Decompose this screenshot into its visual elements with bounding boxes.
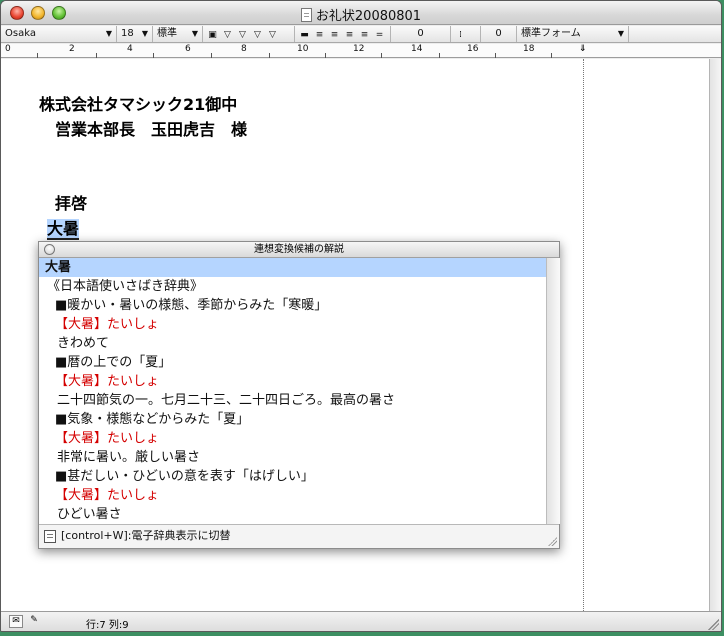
- list-item: 《日本語使いさばき辞典》: [47, 279, 204, 294]
- indent-value: 0: [495, 28, 502, 39]
- list-item: 【大暑】たいしょ: [55, 431, 160, 446]
- popup-title-bar[interactable]: 連想変換候補の解説: [39, 242, 559, 258]
- spacing-field[interactable]: 0: [391, 26, 451, 42]
- title-bar[interactable]: お礼状20080801: [1, 1, 721, 25]
- doc-line-recipient: 営業本部長 玉田虎吉 様: [39, 120, 248, 139]
- ruler[interactable]: 0 2 4 6 8 10 12 14 16 18 ⇓: [1, 44, 721, 58]
- format-toolbar: Osaka ▼ 18 ▼ 標準 ▼ ▣ ▽ ▽ ▽ ▽ ▬ ≡ ≡ ≡ ≡ = 0 ⁞ 0 標準フ…: [1, 26, 721, 43]
- ruler-label: 18: [523, 44, 535, 54]
- line-spacing-2-icon[interactable]: =: [372, 27, 387, 41]
- dictionary-icon[interactable]: [44, 530, 56, 543]
- ruler-tick: [495, 53, 496, 58]
- ruler-label: 16: [467, 44, 479, 54]
- ruler-label: 0: [5, 44, 11, 54]
- window-title-area: お礼状20080801: [1, 5, 721, 24]
- list-item[interactable]: 大暑: [39, 258, 546, 277]
- ruler-label: 14: [411, 44, 423, 54]
- ruler-label: 12: [353, 44, 365, 54]
- ruler-tick: [551, 53, 552, 58]
- right-margin-guide: [583, 59, 584, 611]
- doc-line-selected[interactable]: 大暑: [47, 215, 80, 240]
- alignment-buttons: ▬ ≡ ≡ ≡ ≡ =: [295, 26, 391, 42]
- window-title: お礼状20080801: [315, 9, 422, 24]
- ruler-tick: [381, 53, 382, 58]
- ruler-tick: [211, 53, 212, 58]
- pen-icon[interactable]: ✎: [27, 615, 41, 628]
- ruler-tick: [269, 53, 270, 58]
- popup-footer-hint: [control+W]:電子辞典表示に切替: [61, 529, 231, 542]
- status-bar: ✉ ✎ 行:7 列:9: [1, 611, 721, 631]
- text-effect-buttons: ▣ ▽ ▽ ▽ ▽: [203, 26, 295, 42]
- column-buttons: ⁞: [451, 26, 481, 42]
- triangle-dropdown-icon[interactable]: ▽: [265, 27, 280, 41]
- ruler-label: 6: [185, 44, 191, 54]
- document-icon: [300, 8, 312, 22]
- line-spacing-icon[interactable]: ≡: [357, 27, 372, 41]
- ruler-tick: [439, 53, 440, 58]
- right-margin-marker-icon[interactable]: ⇓: [579, 44, 587, 54]
- popup-title: 連想変換候補の解説: [254, 244, 344, 255]
- size-select-value: 18: [121, 28, 134, 39]
- conversion-candidate-popup: 連想変換候補の解説 大暑 《日本語使いさばき辞典》 ■暖かい・暑いの様態、季節か…: [38, 241, 560, 549]
- resize-grip-icon[interactable]: [547, 536, 557, 546]
- list-item: きわめて: [57, 336, 110, 351]
- ruler-tick: [153, 53, 154, 58]
- triangle-dropdown-icon[interactable]: ▽: [235, 27, 250, 41]
- box-dropdown-icon[interactable]: ▣: [205, 27, 220, 41]
- font-select[interactable]: Osaka ▼: [1, 26, 117, 42]
- chevron-down-icon: ▼: [141, 29, 148, 38]
- indent-field[interactable]: 0: [481, 26, 517, 42]
- ruler-label: 4: [127, 44, 133, 54]
- list-item: ■気象・様態などからみた「夏」: [55, 412, 250, 427]
- size-select[interactable]: 18 ▼: [117, 26, 153, 42]
- ruler-tick: [325, 53, 326, 58]
- chevron-down-icon: ▼: [191, 29, 198, 38]
- triangle-dropdown-icon[interactable]: ▽: [220, 27, 235, 41]
- align-center-icon[interactable]: ≡: [312, 27, 327, 41]
- ruler-tick: [96, 53, 97, 58]
- chevron-down-icon: ▼: [105, 29, 112, 38]
- popup-footer: [control+W]:電子辞典表示に切替: [39, 524, 559, 548]
- list-item: 【大暑】たいしょ: [55, 488, 160, 503]
- list-item: ■甚だしい・ひどいの意を表す「はげしい」: [55, 469, 314, 484]
- ruler-label: 2: [69, 44, 75, 54]
- ruler-tick: [37, 53, 38, 58]
- vertical-scrollbar[interactable]: [709, 59, 721, 611]
- align-right-icon[interactable]: ≡: [327, 27, 342, 41]
- triangle-dropdown-icon[interactable]: ▽: [250, 27, 265, 41]
- popup-scrollbar[interactable]: [546, 258, 560, 524]
- popup-list[interactable]: 大暑 《日本語使いさばき辞典》 ■暖かい・暑いの様態、季節からみた「寒暖」 【大…: [39, 258, 546, 524]
- window-resize-icon[interactable]: [708, 619, 719, 630]
- ruler-label: 8: [241, 44, 247, 54]
- form-select[interactable]: 標準フォーム ▼: [517, 26, 629, 42]
- style-select[interactable]: 標準 ▼: [153, 26, 203, 42]
- list-item: 【大暑】たいしょ: [55, 317, 160, 332]
- doc-line-greeting: 拝啓: [39, 194, 88, 213]
- list-item: ■暦の上での「夏」: [55, 355, 172, 370]
- align-left-icon[interactable]: ≡: [342, 27, 357, 41]
- align-justify-icon[interactable]: ▬: [297, 27, 312, 41]
- form-select-value: 標準フォーム: [521, 28, 581, 39]
- list-item: ■暖かい・暑いの様態、季節からみた「寒暖」: [55, 298, 328, 313]
- list-item: 【大暑】たいしょ: [55, 374, 160, 389]
- list-item: 二十四節気の一。七月二十三、二十四日ごろ。最高の暑さ: [57, 393, 396, 408]
- close-icon[interactable]: [44, 244, 55, 255]
- list-item: ひどい暑さ: [57, 507, 122, 522]
- spacing-value: 0: [417, 28, 424, 39]
- doc-line-company: 株式会社タマシック21御中: [39, 95, 238, 114]
- list-item: 非常に暑い。厳しい暑さ: [57, 450, 201, 465]
- selected-text: 大暑: [47, 219, 80, 240]
- chevron-down-icon: ▼: [617, 29, 624, 38]
- columns-icon[interactable]: ⁞: [453, 27, 468, 41]
- style-select-value: 標準: [157, 28, 177, 39]
- editor-window: お礼状20080801 Osaka ▼ 18 ▼ 標準 ▼ ▣ ▽ ▽ ▽ ▽ ▬ ≡ ≡ ≡…: [0, 0, 722, 632]
- cursor-position: 行:7 列:9: [86, 620, 129, 631]
- mail-icon[interactable]: ✉: [9, 615, 23, 628]
- ruler-label: 10: [297, 44, 309, 54]
- font-select-value: Osaka: [5, 28, 36, 39]
